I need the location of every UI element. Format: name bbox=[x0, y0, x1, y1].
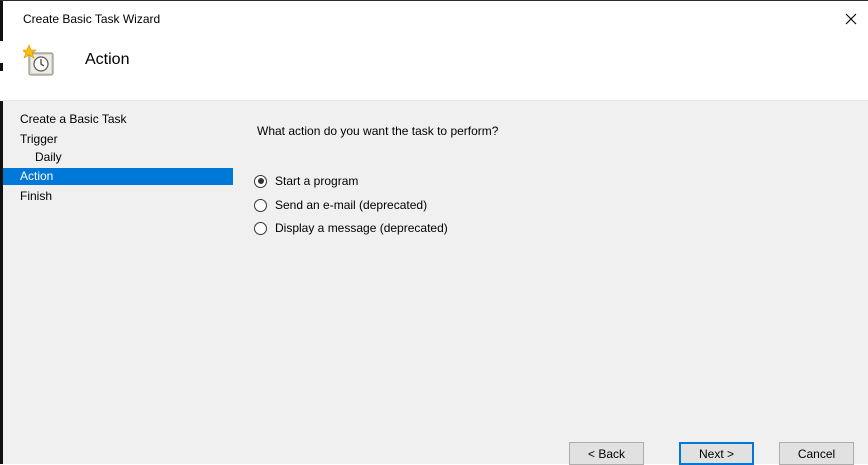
nav-item-daily: Daily bbox=[35, 150, 62, 164]
radio-send-email[interactable] bbox=[254, 198, 267, 212]
window-title: Create Basic Task Wizard bbox=[23, 12, 161, 26]
wizard-window: Create Basic Task Wizard Action Create a… bbox=[0, 0, 868, 465]
wizard-content: Create a Basic Task Trigger Daily Action… bbox=[3, 101, 868, 465]
back-button[interactable]: < Back bbox=[569, 442, 644, 465]
nav-item-trigger: Trigger bbox=[20, 132, 58, 146]
cancel-button[interactable]: Cancel bbox=[779, 442, 854, 465]
action-question: What action do you want the task to perf… bbox=[257, 124, 499, 138]
option-label: Display a message (deprecated) bbox=[275, 221, 448, 235]
option-label: Start a program bbox=[275, 174, 359, 188]
scheduled-task-clock-icon bbox=[23, 44, 54, 76]
close-icon bbox=[845, 13, 857, 25]
next-button[interactable]: Next > bbox=[679, 442, 754, 465]
nav-item-create-basic-task: Create a Basic Task bbox=[20, 112, 127, 126]
option-start-program[interactable]: Start a program bbox=[254, 172, 358, 190]
radio-display-message[interactable] bbox=[254, 221, 267, 235]
option-label: Send an e-mail (deprecated) bbox=[275, 198, 428, 212]
wizard-header: Action bbox=[3, 32, 868, 100]
radio-start-program[interactable] bbox=[254, 174, 267, 188]
page-title: Action bbox=[85, 51, 130, 68]
nav-item-action: Action bbox=[3, 168, 233, 185]
nav-item-finish: Finish bbox=[20, 189, 53, 203]
option-display-message[interactable]: Display a message (deprecated) bbox=[254, 219, 448, 237]
option-send-email[interactable]: Send an e-mail (deprecated) bbox=[254, 196, 427, 214]
title-bar: Create Basic Task Wizard bbox=[3, 2, 868, 32]
close-button[interactable] bbox=[840, 8, 862, 30]
